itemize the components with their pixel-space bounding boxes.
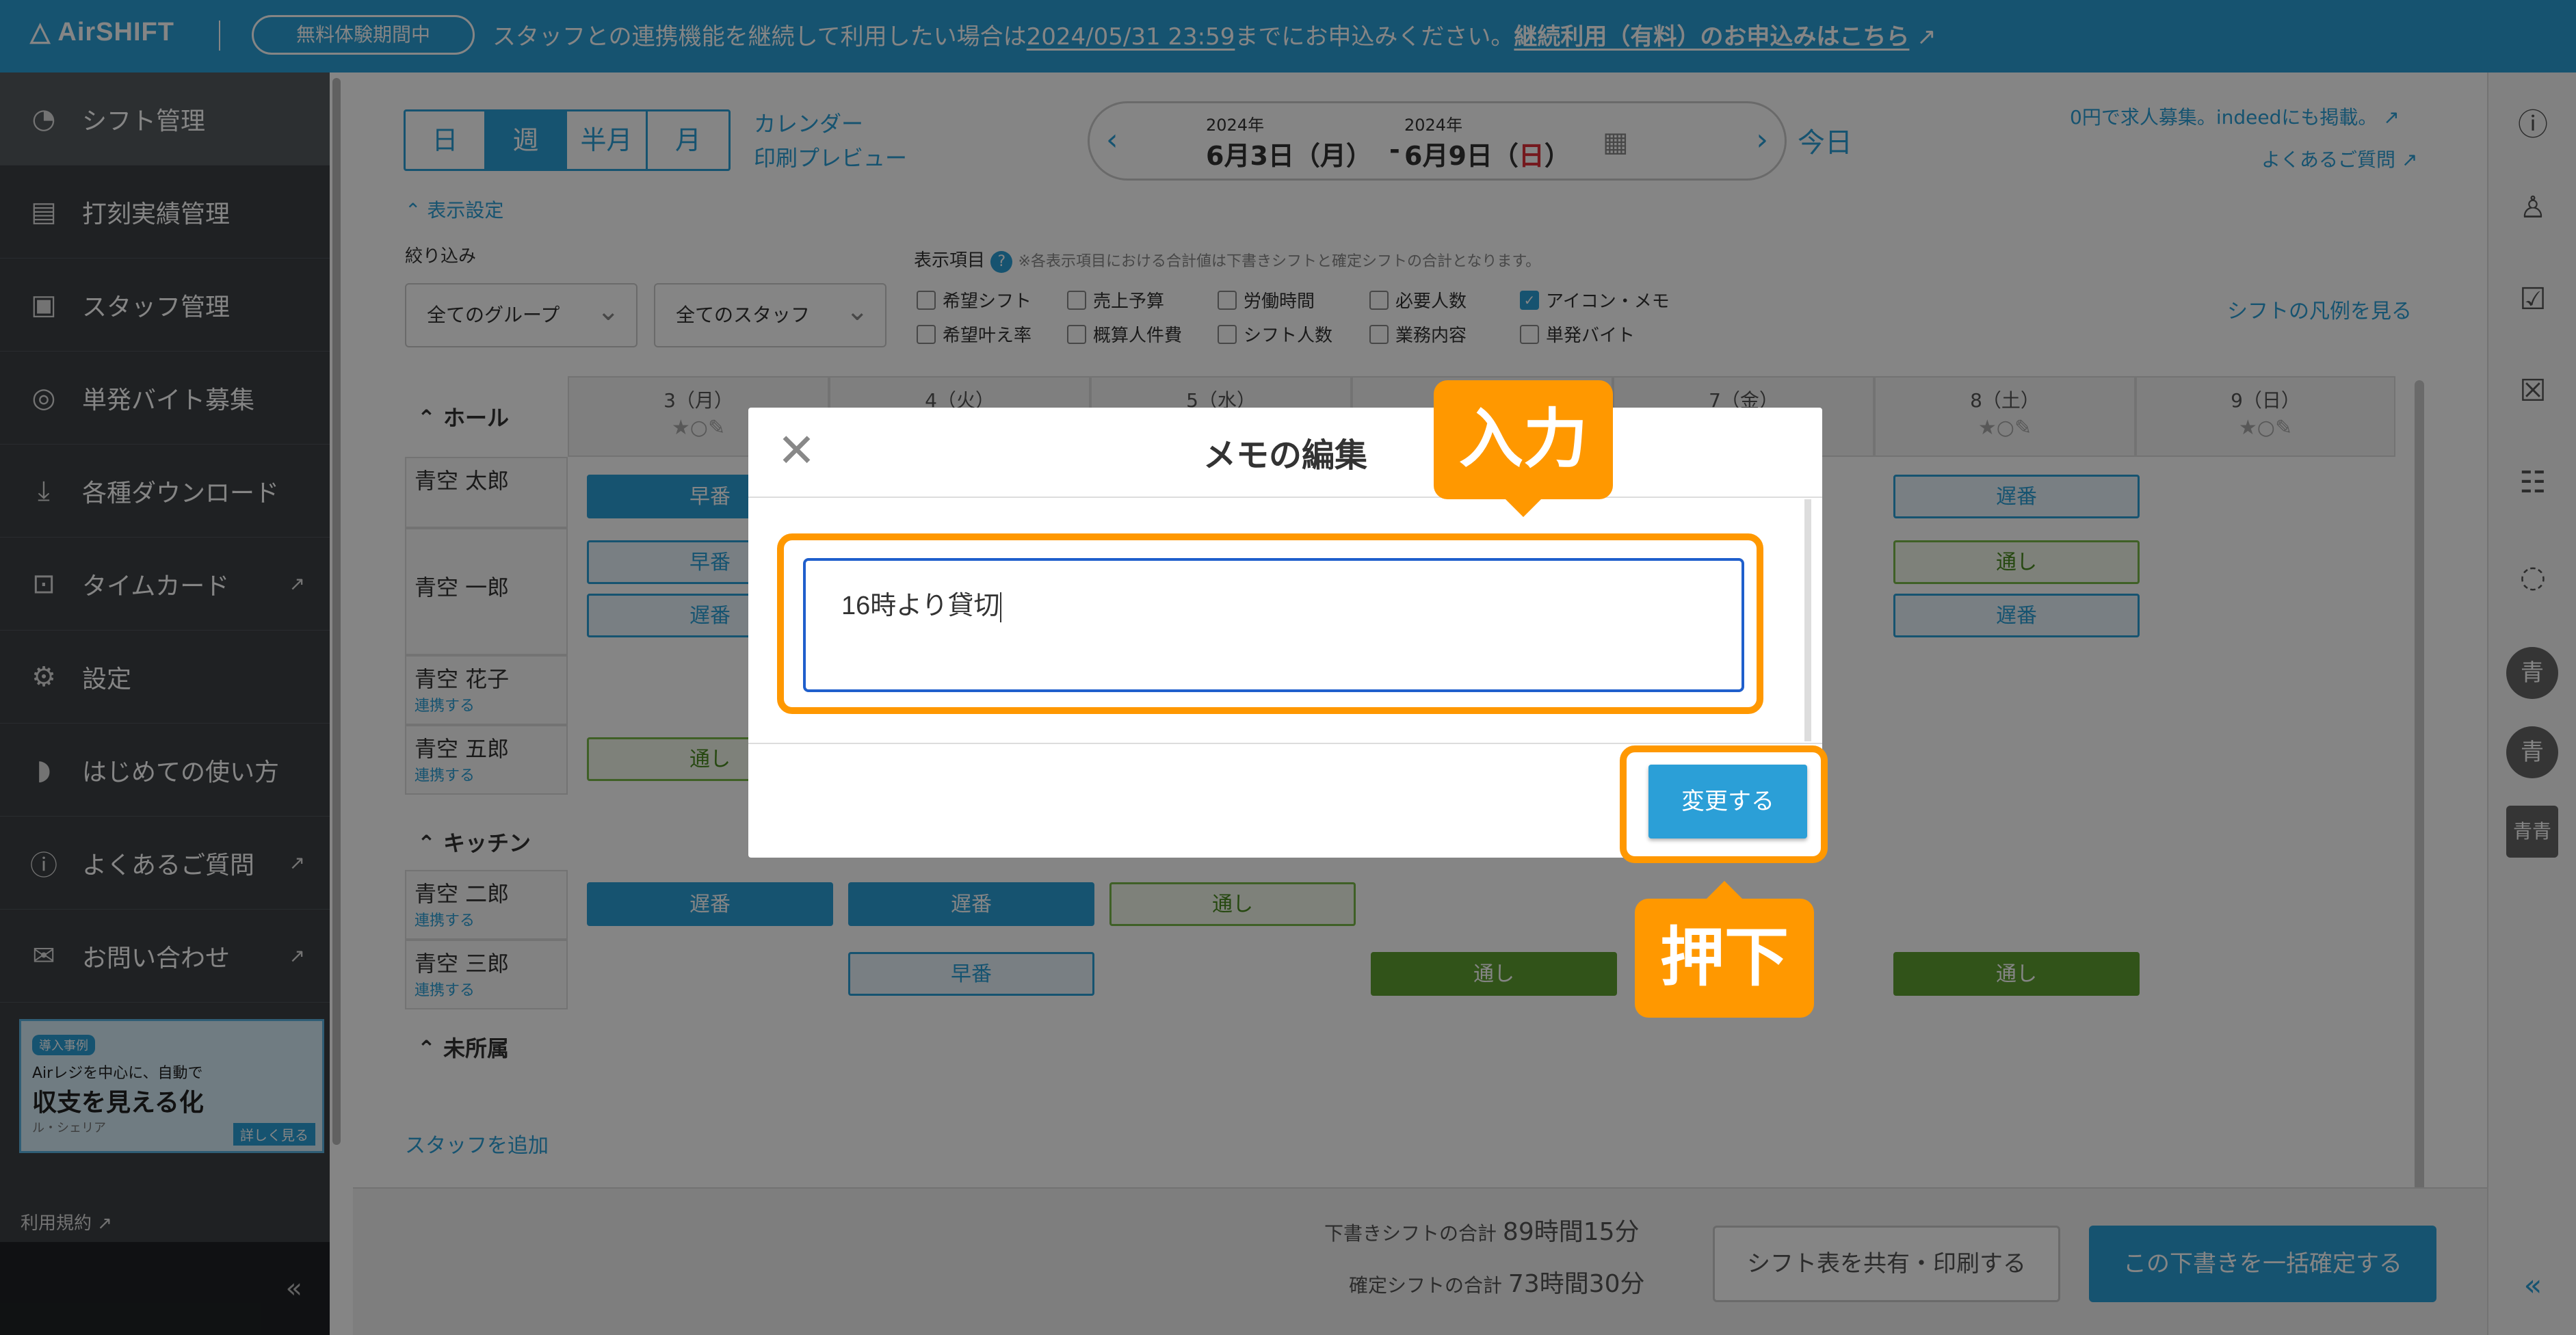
dialog-title: メモの編集	[1202, 436, 1367, 475]
input-highlight	[777, 533, 1763, 714]
callout-press: 押下	[1635, 881, 1814, 1018]
callout-input: 入力	[1434, 380, 1613, 517]
dialog-header: ✕ メモの編集	[748, 408, 1822, 498]
dialog-scrollbar[interactable]	[1804, 499, 1811, 741]
button-highlight	[1620, 745, 1828, 863]
